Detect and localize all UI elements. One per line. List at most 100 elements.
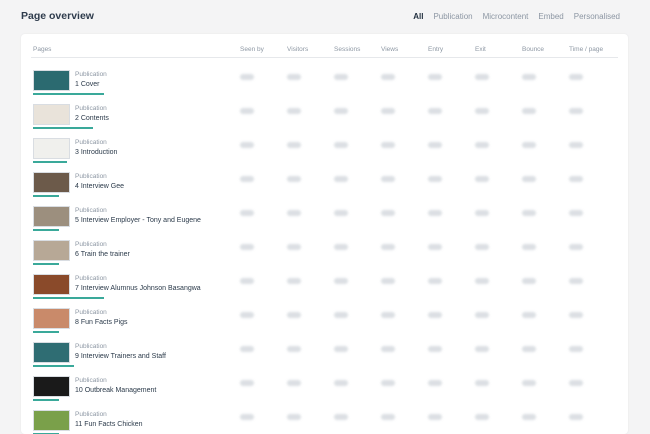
page-name[interactable]: 1 Cover [75, 81, 100, 88]
col-exit[interactable]: Exit [475, 46, 486, 53]
page-name[interactable]: 10 Outbreak Management [75, 387, 156, 394]
blurred-metric [381, 176, 395, 182]
blurred-metric [522, 312, 536, 318]
page-title: Page overview [21, 10, 94, 22]
blurred-metric [381, 380, 395, 386]
col-visitors[interactable]: Visitors [287, 46, 308, 53]
page-thumbnail [33, 274, 70, 295]
table-row[interactable]: Publication 2 Contents [21, 102, 628, 136]
page-kind: Publication [75, 173, 107, 180]
blurred-metric [569, 244, 583, 250]
blurred-metric [522, 278, 536, 284]
blurred-metric [475, 244, 489, 250]
blurred-metric [334, 142, 348, 148]
table-row[interactable]: Publication 8 Fun Facts Pigs [21, 306, 628, 340]
blurred-metric [381, 414, 395, 420]
table-header: Pages Seen by Visitors Sessions Views En… [21, 34, 628, 58]
table-row[interactable]: Publication 7 Interview Alumnus Johnson B… [21, 272, 628, 306]
page-kind: Publication [75, 105, 107, 112]
blurred-metric [428, 346, 442, 352]
col-seen-by[interactable]: Seen by [240, 46, 264, 53]
tab-all[interactable]: All [413, 12, 423, 21]
page-thumbnail [33, 376, 70, 397]
table-row[interactable]: Publication 5 Interview Employer - Tony a… [21, 204, 628, 238]
page-name[interactable]: 5 Interview Employer - Tony and Eugene [75, 217, 201, 224]
page-kind: Publication [75, 343, 107, 350]
blurred-metric [569, 312, 583, 318]
col-time-per-page[interactable]: Time / page [569, 46, 603, 53]
col-pages[interactable]: Pages [33, 46, 51, 53]
col-entry[interactable]: Entry [428, 46, 443, 53]
table-row[interactable]: Publication 3 Introduction [21, 136, 628, 170]
page-name[interactable]: 8 Fun Facts Pigs [75, 319, 128, 326]
page-kind: Publication [75, 139, 107, 146]
page-name[interactable]: 3 Introduction [75, 149, 117, 156]
blurred-metric [569, 278, 583, 284]
blurred-metric [428, 176, 442, 182]
blurred-metric [381, 244, 395, 250]
blurred-metric [381, 142, 395, 148]
blurred-metric [240, 176, 254, 182]
engagement-bar [33, 93, 104, 95]
blurred-metric [522, 176, 536, 182]
blurred-metric [381, 278, 395, 284]
blurred-metric [240, 244, 254, 250]
blurred-metric [569, 108, 583, 114]
blurred-metric [428, 142, 442, 148]
blurred-metric [381, 210, 395, 216]
page-kind: Publication [75, 241, 107, 248]
engagement-bar [33, 263, 59, 265]
page-kind: Publication [75, 377, 107, 384]
table-row[interactable]: Publication 6 Train the trainer [21, 238, 628, 272]
table-row[interactable]: Publication 9 Interview Trainers and Staf… [21, 340, 628, 374]
blurred-metric [522, 380, 536, 386]
blurred-metric [334, 312, 348, 318]
table-row[interactable]: Publication 1 Cover [21, 68, 628, 102]
blurred-metric [381, 108, 395, 114]
blurred-metric [428, 244, 442, 250]
blurred-metric [240, 278, 254, 284]
tab-embed[interactable]: Embed [538, 12, 563, 21]
table-row[interactable]: Publication 10 Outbreak Management [21, 374, 628, 408]
col-bounce[interactable]: Bounce [522, 46, 544, 53]
blurred-metric [334, 346, 348, 352]
page-name[interactable]: 4 Interview Gee [75, 183, 124, 190]
blurred-metric [428, 278, 442, 284]
page-name[interactable]: 6 Train the trainer [75, 251, 130, 258]
blurred-metric [240, 346, 254, 352]
blurred-metric [428, 312, 442, 318]
page-thumbnail [33, 70, 70, 91]
blurred-metric [569, 210, 583, 216]
page-name[interactable]: 7 Interview Alumnus Johnson Basangwa [75, 285, 201, 292]
blurred-metric [381, 74, 395, 80]
page-name[interactable]: 11 Fun Facts Chicken [75, 421, 143, 428]
blurred-metric [334, 210, 348, 216]
col-views[interactable]: Views [381, 46, 398, 53]
blurred-metric [522, 210, 536, 216]
table-row[interactable]: Publication 4 Interview Gee [21, 170, 628, 204]
tab-publication[interactable]: Publication [433, 12, 472, 21]
blurred-metric [522, 346, 536, 352]
blurred-metric [569, 414, 583, 420]
blurred-metric [428, 210, 442, 216]
blurred-metric [428, 108, 442, 114]
blurred-metric [240, 108, 254, 114]
blurred-metric [522, 414, 536, 420]
tab-microcontent[interactable]: Microcontent [483, 12, 529, 21]
blurred-metric [381, 346, 395, 352]
page-name[interactable]: 9 Interview Trainers and Staff [75, 353, 166, 360]
blurred-metric [240, 74, 254, 80]
blurred-metric [334, 244, 348, 250]
page-thumbnail [33, 240, 70, 261]
tab-personalised[interactable]: Personalised [574, 12, 620, 21]
blurred-metric [569, 176, 583, 182]
blurred-metric [287, 210, 301, 216]
blurred-metric [522, 108, 536, 114]
engagement-bar [33, 331, 59, 333]
col-sessions[interactable]: Sessions [334, 46, 360, 53]
filter-tabs: All Publication Microcontent Embed Perso… [413, 12, 620, 21]
table-row[interactable]: Publication 11 Fun Facts Chicken [21, 408, 628, 434]
blurred-metric [240, 142, 254, 148]
blurred-metric [475, 142, 489, 148]
page-name[interactable]: 2 Contents [75, 115, 109, 122]
